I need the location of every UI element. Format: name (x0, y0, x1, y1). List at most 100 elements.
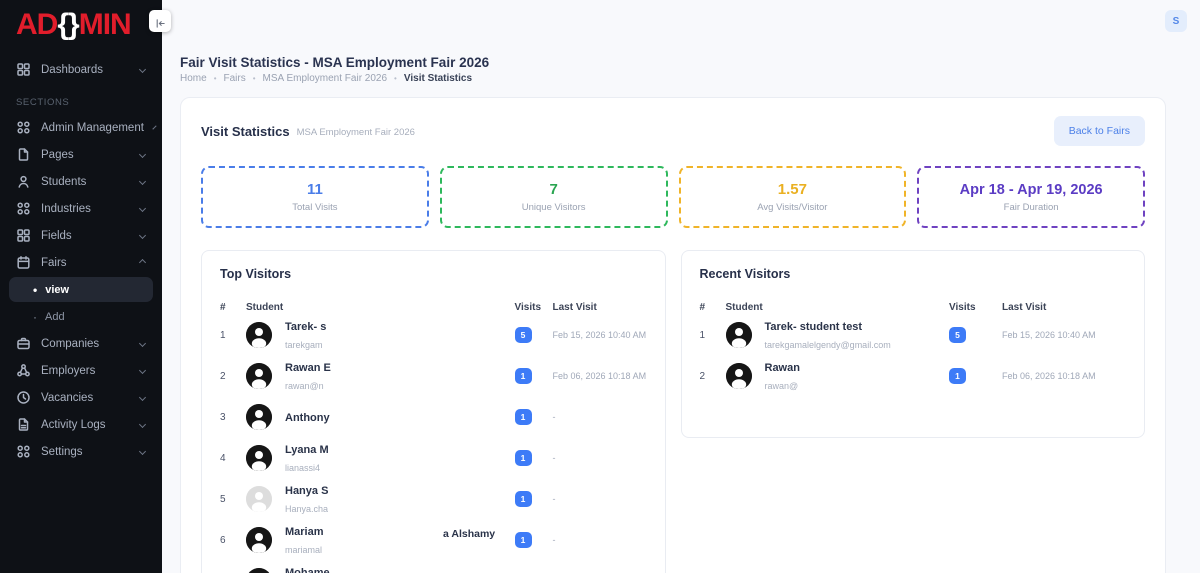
student-cell: Tarek- s tarekgam (246, 317, 515, 353)
breadcrumb-home[interactable]: Home (180, 73, 207, 84)
sidebar-item-vacancies[interactable]: Vacancies (0, 384, 162, 411)
student-name: Tarek- s (285, 321, 326, 333)
student-avatar-icon (726, 363, 752, 389)
file-text-icon (16, 417, 31, 432)
sidebar-item-students[interactable]: Students (0, 168, 162, 195)
row-rank: 1 (700, 330, 726, 341)
student-name: Hanya S (285, 485, 328, 497)
breadcrumb-fairs[interactable]: Fairs (224, 73, 246, 84)
users-network-icon (16, 363, 31, 378)
sidebar-item-employers[interactable]: Employers (0, 357, 162, 384)
student-email: tarekgam (285, 340, 323, 350)
table-header: # Student Visits Last Visit (220, 302, 647, 313)
panel-title: Top Visitors (220, 267, 647, 281)
chevron-down-icon (139, 421, 146, 428)
visits-badge: 1 (515, 491, 532, 507)
stat-value: 11 (307, 181, 323, 198)
visits-badge: 1 (515, 409, 532, 425)
last-visit: Feb 06, 2026 10:18 AM (553, 371, 647, 381)
stat-label: Total Visits (292, 202, 337, 213)
breadcrumb-separator: • (214, 74, 217, 83)
chevron-down-icon (139, 448, 146, 455)
sidebar-item-label: Admin Management (41, 122, 144, 134)
col-student: Student (726, 302, 950, 313)
last-visit: Feb 06, 2026 10:18 AM (1002, 371, 1126, 381)
sidebar-item-label: Activity Logs (41, 419, 106, 431)
app-logo: AD{}MIN (0, 0, 162, 42)
last-visit: - (553, 453, 647, 463)
chevron-down-icon (152, 125, 156, 129)
visits-badge: 5 (949, 327, 966, 343)
sidebar-item-label: Students (41, 176, 86, 188)
grid-icon (16, 228, 31, 243)
sidebar-item-label: Pages (41, 149, 74, 161)
student-avatar-icon (246, 445, 272, 471)
main-content: S Fair Visit Statistics - MSA Employment… (162, 0, 1200, 573)
stat-label: Fair Duration (1004, 202, 1059, 213)
col-visits: Visits (949, 302, 1002, 313)
sidebar-sections-label: SECTIONS (0, 83, 162, 114)
chevron-down-icon (139, 178, 146, 185)
sidebar-item-activity-logs[interactable]: Activity Logs (0, 411, 162, 438)
student-avatar-icon (726, 322, 752, 348)
sidebar-item-label: Companies (41, 338, 99, 350)
grid-dots-icon (16, 120, 31, 135)
row-rank: 2 (220, 371, 246, 382)
sidebar-item-fairs[interactable]: Fairs (0, 249, 162, 276)
logo-braces: {} (57, 8, 78, 41)
student-cell: Rawan Erawan@n (246, 358, 515, 394)
sidebar-item-pages[interactable]: Pages (0, 141, 162, 168)
student-cell: Lyana Mlianassi4 (246, 440, 515, 476)
sidebar-subitem-fairs-view[interactable]: • view (9, 277, 153, 302)
table-row: 6 Mariammariamal a Alshamy 1 - (220, 521, 647, 559)
student-avatar-icon (246, 363, 272, 389)
user-avatar[interactable]: S (1165, 10, 1187, 32)
student-cell: Hanya S Hanya.cha (246, 481, 515, 517)
breadcrumb-fair[interactable]: MSA Employment Fair 2026 (263, 73, 388, 84)
row-rank: 6 (220, 535, 246, 546)
chevron-up-icon (139, 259, 146, 266)
sidebar-collapse-button[interactable] (149, 10, 171, 32)
top-visitors-panel: Top Visitors # Student Visits Last Visit… (201, 250, 666, 573)
stat-avg-visits: 1.57 Avg Visits/Visitor (679, 166, 907, 228)
sidebar-subitem-label: view (45, 284, 69, 296)
grid-dots-icon (16, 444, 31, 459)
visits-badge: 1 (515, 368, 532, 384)
row-rank: 3 (220, 412, 246, 423)
student-cell: Mariammariamal a Alshamy (246, 522, 515, 558)
stat-label: Avg Visits/Visitor (757, 202, 827, 213)
student-name: Rawan (765, 362, 800, 374)
stat-value: 1.57 (778, 181, 807, 198)
chevron-down-icon (139, 340, 146, 347)
bullet-icon: · (33, 311, 37, 323)
table-row: 3 Anthony 1 - (220, 398, 647, 436)
stat-total-visits: 11 Total Visits (201, 166, 429, 228)
sidebar-item-fields[interactable]: Fields (0, 222, 162, 249)
sidebar-item-admin-management[interactable]: Admin Management (0, 114, 162, 141)
student-email: Hanya.cha (285, 504, 328, 514)
sidebar-item-settings[interactable]: Settings (0, 438, 162, 465)
student-cell: Tarek- student testtarekgamalelgendy@gma… (726, 317, 950, 353)
student-name: Mohame (285, 567, 330, 573)
stats-row: 11 Total Visits 7 Unique Visitors 1.57 A… (181, 160, 1165, 228)
chevron-down-icon (139, 232, 146, 239)
visitor-panels: Top Visitors # Student Visits Last Visit… (181, 228, 1165, 573)
last-visit: - (553, 535, 647, 545)
stat-value: Apr 18 - Apr 19, 2026 (960, 182, 1103, 198)
back-to-fairs-button[interactable]: Back to Fairs (1054, 116, 1145, 146)
student-avatar-icon (246, 527, 272, 553)
stat-label: Unique Visitors (522, 202, 586, 213)
grid-dots-icon (16, 201, 31, 216)
sidebar-subitem-label: Add (45, 311, 65, 323)
table-row: 4 Lyana Mlianassi4 1 - (220, 439, 647, 477)
student-avatar-icon (246, 404, 272, 430)
sidebar-item-dashboards[interactable]: Dashboards (0, 56, 162, 83)
card-header: Visit Statistics MSA Employment Fair 202… (181, 98, 1165, 160)
table-header: # Student Visits Last Visit (700, 302, 1127, 313)
student-name: Tarek- student test (765, 321, 863, 333)
sidebar-item-companies[interactable]: Companies (0, 330, 162, 357)
sidebar-subitem-fairs-add[interactable]: · Add (0, 303, 162, 330)
row-rank: 5 (220, 494, 246, 505)
sidebar-item-industries[interactable]: Industries (0, 195, 162, 222)
student-avatar-icon (246, 568, 272, 573)
